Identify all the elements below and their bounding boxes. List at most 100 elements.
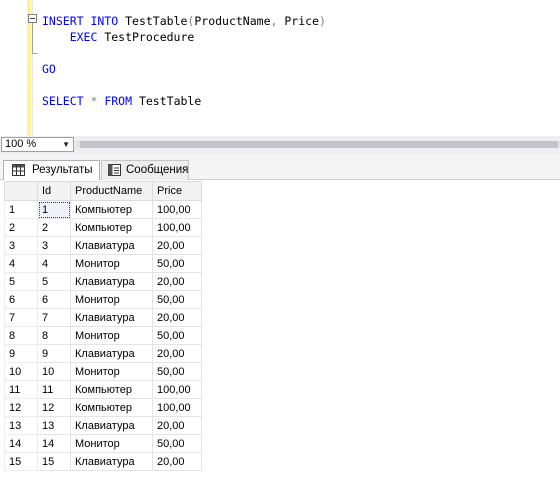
cell-id[interactable]: 11: [37, 380, 71, 399]
row-number-cell[interactable]: 4: [4, 254, 38, 273]
cell-productname[interactable]: Клавиатура: [70, 308, 153, 327]
cell-productname[interactable]: Клавиатура: [70, 272, 153, 291]
scrollbar-thumb[interactable]: [80, 141, 558, 148]
results-grid[interactable]: Id ProductName Price 1 1 Компьютер 100,00 2 2…: [4, 181, 560, 485]
cell-id[interactable]: 13: [37, 416, 71, 435]
table-row[interactable]: 14 14 Монитор 50,00: [4, 434, 202, 453]
code-line[interactable]: INSERT INTO TestTable(ProductName, Price…: [42, 13, 326, 29]
cell-productname[interactable]: Монитор: [70, 290, 153, 309]
cell-id[interactable]: 10: [37, 362, 71, 381]
cell-id[interactable]: 6: [37, 290, 71, 309]
table-row[interactable]: 12 12 Компьютер 100,00: [4, 398, 202, 417]
table-row[interactable]: 15 15 Клавиатура 20,00: [4, 452, 202, 471]
table-row[interactable]: 8 8 Монитор 50,00: [4, 326, 202, 345]
cell-price[interactable]: 20,00: [152, 452, 202, 471]
row-number-cell[interactable]: 10: [4, 362, 38, 381]
row-number-cell[interactable]: 2: [4, 218, 38, 237]
table-row[interactable]: 4 4 Монитор 50,00: [4, 254, 202, 273]
cell-id[interactable]: 15: [37, 452, 71, 471]
row-number-cell[interactable]: 12: [4, 398, 38, 417]
row-number-cell[interactable]: 11: [4, 380, 38, 399]
table-row[interactable]: 6 6 Монитор 50,00: [4, 290, 202, 309]
code-line[interactable]: EXEC TestProcedure: [42, 29, 195, 45]
column-header-price[interactable]: Price: [152, 181, 202, 201]
collapse-toggle-icon[interactable]: [28, 14, 37, 23]
cell-price[interactable]: 100,00: [152, 380, 202, 399]
row-number-cell[interactable]: 7: [4, 308, 38, 327]
row-number-cell[interactable]: 8: [4, 326, 38, 345]
cell-id[interactable]: 2: [37, 218, 71, 237]
cell-productname[interactable]: Клавиатура: [70, 344, 153, 363]
cell-id[interactable]: 14: [37, 434, 71, 453]
row-number-cell[interactable]: 5: [4, 272, 38, 291]
cell-productname[interactable]: Компьютер: [70, 200, 153, 219]
tab-results[interactable]: Результаты: [3, 160, 100, 180]
tab-messages[interactable]: Сообщения: [101, 160, 189, 180]
cell-id[interactable]: 4: [37, 254, 71, 273]
cell-price[interactable]: 50,00: [152, 290, 202, 309]
sql-identifier: TestTable: [125, 14, 188, 28]
table-row[interactable]: 9 9 Клавиатура 20,00: [4, 344, 202, 363]
sql-keyword: INSERT INTO: [42, 14, 126, 28]
dropdown-arrow-icon[interactable]: ▼: [62, 141, 70, 149]
table-row[interactable]: 1 1 Компьютер 100,00: [4, 200, 202, 219]
cell-price[interactable]: 20,00: [152, 308, 202, 327]
table-row[interactable]: 11 11 Компьютер 100,00: [4, 380, 202, 399]
cell-productname[interactable]: Монитор: [70, 254, 153, 273]
cell-id[interactable]: 3: [37, 236, 71, 255]
cell-productname[interactable]: Монитор: [70, 326, 153, 345]
row-number-cell[interactable]: 13: [4, 416, 38, 435]
tab-messages-label: Сообщения: [126, 164, 189, 176]
cell-productname[interactable]: Клавиатура: [70, 452, 153, 471]
table-row[interactable]: 2 2 Компьютер 100,00: [4, 218, 202, 237]
cell-productname[interactable]: Монитор: [70, 434, 153, 453]
sql-editor[interactable]: INSERT INTO TestTable(ProductName, Price…: [0, 0, 560, 136]
cell-id[interactable]: 12: [37, 398, 71, 417]
cell-price[interactable]: 20,00: [152, 236, 202, 255]
code-line[interactable]: GO: [42, 61, 56, 77]
cell-price[interactable]: 50,00: [152, 254, 202, 273]
cell-price[interactable]: 100,00: [152, 398, 202, 417]
row-number-cell[interactable]: 6: [4, 290, 38, 309]
cell-price[interactable]: 50,00: [152, 326, 202, 345]
cell-price[interactable]: 100,00: [152, 200, 202, 219]
cell-productname[interactable]: Клавиатура: [70, 416, 153, 435]
table-row[interactable]: 3 3 Клавиатура 20,00: [4, 236, 202, 255]
cell-price[interactable]: 20,00: [152, 416, 202, 435]
row-number-cell[interactable]: 15: [4, 452, 38, 471]
cell-price[interactable]: 100,00: [152, 218, 202, 237]
cell-id[interactable]: 5: [37, 272, 71, 291]
cell-price[interactable]: 50,00: [152, 362, 202, 381]
cell-id[interactable]: 1: [37, 200, 71, 219]
row-number-header[interactable]: [4, 181, 38, 201]
cell-id[interactable]: 7: [37, 308, 71, 327]
cell-productname[interactable]: Клавиатура: [70, 236, 153, 255]
outline-guide-end: [32, 53, 37, 54]
zoom-dropdown[interactable]: 100 % ▼: [1, 137, 74, 152]
row-number-cell[interactable]: 1: [4, 200, 38, 219]
row-number-cell[interactable]: 3: [4, 236, 38, 255]
row-number-cell[interactable]: 14: [4, 434, 38, 453]
table-row[interactable]: 5 5 Клавиатура 20,00: [4, 272, 202, 291]
column-header-id[interactable]: Id: [37, 181, 71, 201]
code-line[interactable]: SELECT * FROM TestTable: [42, 93, 201, 109]
cell-productname[interactable]: Компьютер: [70, 398, 153, 417]
sql-identifier: Price: [284, 14, 319, 28]
cell-productname[interactable]: Компьютер: [70, 218, 153, 237]
cell-price[interactable]: 50,00: [152, 434, 202, 453]
cell-productname[interactable]: Компьютер: [70, 380, 153, 399]
row-number-cell[interactable]: 9: [4, 344, 38, 363]
outline-guide: [32, 23, 33, 53]
column-header-productname[interactable]: ProductName: [70, 181, 153, 201]
cell-productname[interactable]: Монитор: [70, 362, 153, 381]
table-row[interactable]: 10 10 Монитор 50,00: [4, 362, 202, 381]
cell-id[interactable]: 8: [37, 326, 71, 345]
cell-price[interactable]: 20,00: [152, 272, 202, 291]
cell-price[interactable]: 20,00: [152, 344, 202, 363]
tab-results-label: Результаты: [32, 164, 93, 176]
sql-identifier: ProductName: [194, 14, 271, 28]
cell-id[interactable]: 9: [37, 344, 71, 363]
table-row[interactable]: 7 7 Клавиатура 20,00: [4, 308, 202, 327]
table-row[interactable]: 13 13 Клавиатура 20,00: [4, 416, 202, 435]
results-table: Id ProductName Price 1 1 Компьютер 100,00 2 2…: [4, 181, 202, 471]
